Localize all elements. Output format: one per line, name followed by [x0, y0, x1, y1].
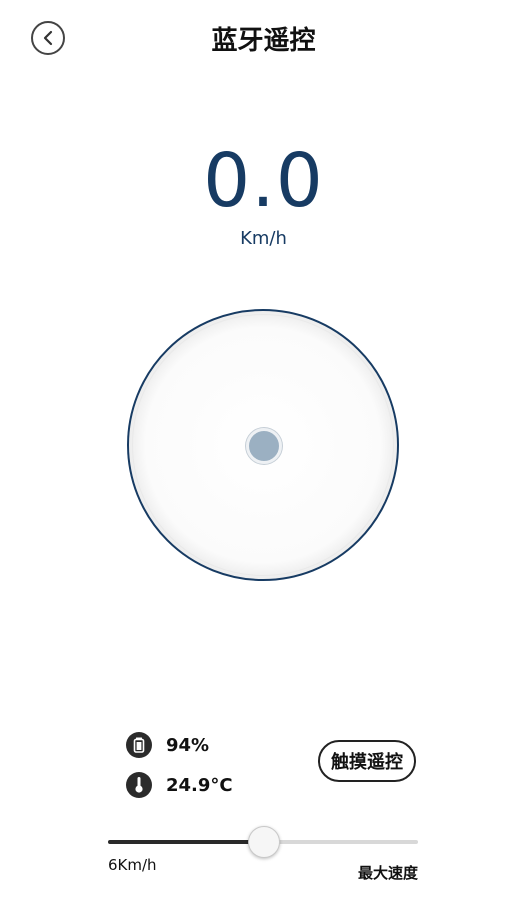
- speed-unit-label: Km/h: [240, 228, 287, 249]
- battery-level: 94%: [166, 734, 210, 756]
- thermometer-icon: [126, 772, 152, 798]
- speed-slider-track-filled[interactable]: [108, 840, 265, 844]
- joystick-knob[interactable]: [246, 428, 282, 464]
- touch-control-button[interactable]: 触摸遥控: [318, 740, 416, 782]
- joystick-pad[interactable]: [127, 309, 399, 581]
- header-bar: 蓝牙遥控: [0, 0, 527, 78]
- speed-slider-thumb[interactable]: [248, 826, 280, 858]
- slider-min-label: 6Km/h: [108, 856, 157, 874]
- speed-slider-track[interactable]: [265, 840, 418, 844]
- battery-icon: [126, 732, 152, 758]
- temperature-value: 24.9°C: [166, 774, 233, 796]
- speed-readout: 0.0: [203, 138, 324, 224]
- battery-status: 94%: [126, 732, 209, 758]
- page-title: 蓝牙遥控: [211, 26, 316, 56]
- slider-max-label: 最大速度: [358, 864, 419, 882]
- temperature-status: 24.9°C: [126, 772, 233, 798]
